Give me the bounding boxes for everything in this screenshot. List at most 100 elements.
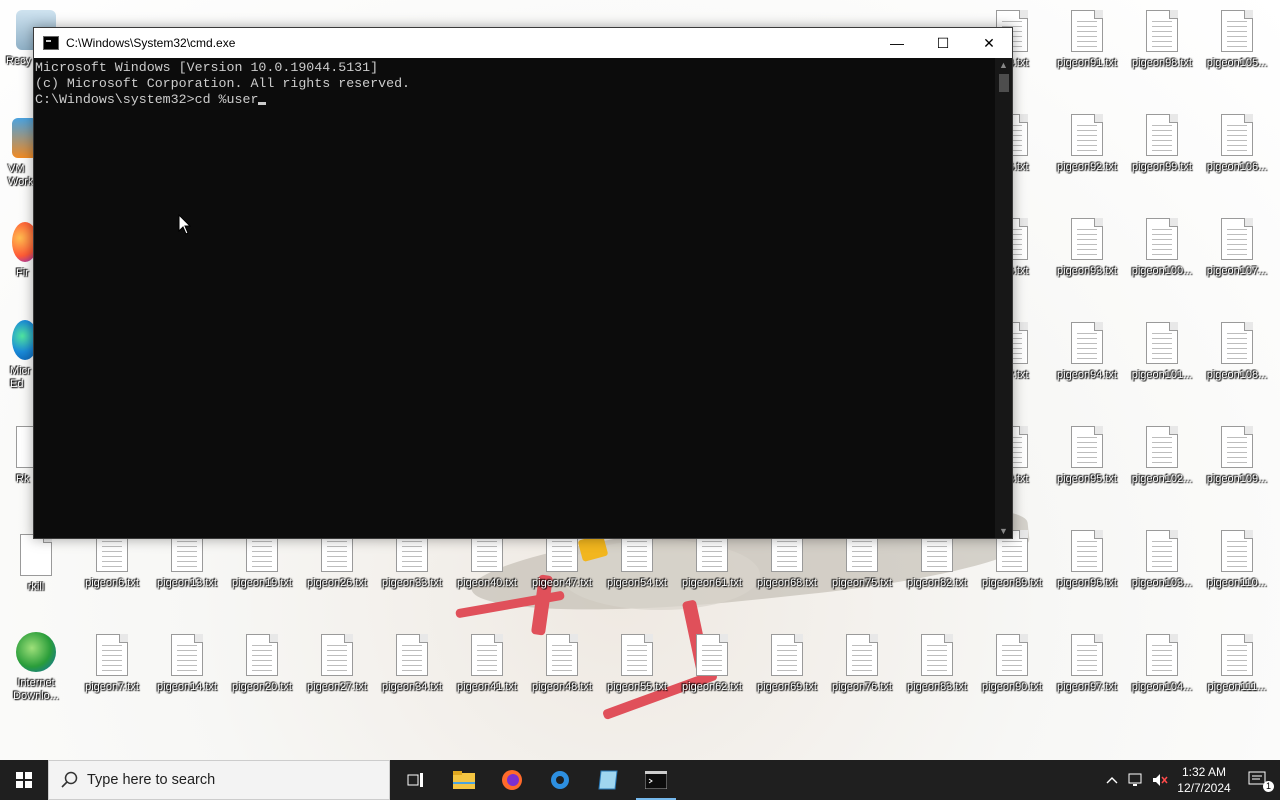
desktop-file-icon[interactable]: pigeon34.txt [376, 634, 448, 694]
show-hidden-icons-button[interactable] [1100, 760, 1124, 800]
desktop-file-icon[interactable]: pigeon98.txt [1126, 10, 1198, 70]
scroll-up-icon[interactable]: ▲ [995, 60, 1012, 70]
desktop-file-icon[interactable]: pigeon41.txt [451, 634, 523, 694]
volume-button[interactable] [1148, 760, 1172, 800]
desktop-file-icon[interactable]: pigeon14.txt [151, 634, 223, 694]
mouse-pointer-icon [178, 214, 192, 235]
desktop-file-label: pigeon109... [1206, 473, 1268, 485]
desktop-file-icon[interactable]: pigeon91.txt [1051, 10, 1123, 70]
desktop-file-icon[interactable]: pigeon102... [1126, 426, 1198, 486]
desktop-file-label: pigeon97.txt [1057, 681, 1117, 693]
text-cursor [258, 102, 267, 105]
start-button[interactable] [0, 760, 48, 800]
desktop-file-icon[interactable]: pigeon108... [1201, 322, 1273, 382]
desktop-file-icon[interactable]: pigeon82.txt [901, 530, 973, 590]
desktop-file-icon[interactable]: pigeon100... [1126, 218, 1198, 278]
desktop-file-icon[interactable]: pigeon6.txt [76, 530, 148, 590]
desktop-file-label: pigeon75.txt [832, 577, 892, 589]
firefox-icon [502, 770, 522, 790]
console-output[interactable]: Microsoft Windows [Version 10.0.19044.51… [34, 58, 995, 538]
minimize-button[interactable]: — [874, 28, 920, 58]
text-file-icon [246, 634, 278, 676]
desktop-file-icon[interactable]: pigeon61.txt [676, 530, 748, 590]
desktop-file-icon[interactable]: pigeon33.txt [376, 530, 448, 590]
desktop-file-icon[interactable]: pigeon68.txt [751, 530, 823, 590]
close-button[interactable]: ✕ [966, 28, 1012, 58]
desktop-file-label: pigeon27.txt [307, 681, 367, 693]
network-button[interactable] [1124, 760, 1148, 800]
desktop-file-icon[interactable]: pigeon89.txt [976, 530, 1048, 590]
scrollbar-thumb[interactable] [999, 74, 1009, 92]
desktop-file-icon[interactable]: pigeon96.txt [1051, 530, 1123, 590]
desktop-file-label: pigeon20.txt [232, 681, 292, 693]
taskbar-firefox[interactable] [488, 760, 536, 800]
desktop-file-icon[interactable]: pigeon26.txt [301, 530, 373, 590]
desktop-file-label: pigeon55.txt [607, 681, 667, 693]
desktop-file-label: pigeon92.txt [1057, 161, 1117, 173]
desktop-file-icon[interactable]: pigeon110... [1201, 530, 1273, 590]
clock-date: 12/7/2024 [1177, 781, 1231, 795]
console-line: Microsoft Windows [Version 10.0.19044.51… [35, 60, 379, 75]
text-file-icon [1221, 426, 1253, 468]
text-file-icon [1221, 218, 1253, 260]
taskbar-app-blue[interactable] [536, 760, 584, 800]
desktop-file-icon[interactable]: pigeon107... [1201, 218, 1273, 278]
minimize-icon: — [890, 35, 904, 51]
desktop-file-icon[interactable]: pigeon48.txt [526, 634, 598, 694]
vertical-scrollbar[interactable]: ▲ ▼ [995, 58, 1012, 538]
desktop-file-icon[interactable]: pigeon97.txt [1051, 634, 1123, 694]
desktop-file-label: pigeon96.txt [1057, 577, 1117, 589]
desktop-file-icon[interactable]: pigeon105... [1201, 10, 1273, 70]
desktop-file-icon[interactable]: pigeon103... [1126, 530, 1198, 590]
gear-app-icon [551, 771, 569, 789]
desktop-file-icon[interactable]: pigeon55.txt [601, 634, 673, 694]
desktop-file-icon[interactable]: pigeon95.txt [1051, 426, 1123, 486]
desktop-file-icon[interactable]: pigeon62.txt [676, 634, 748, 694]
desktop-file-icon[interactable]: pigeon76.txt [826, 634, 898, 694]
search-placeholder: Type here to search [87, 772, 216, 788]
clock[interactable]: 1:32 AM 12/7/2024 [1172, 764, 1236, 796]
desktop-file-icon[interactable]: pigeon99.txt [1126, 114, 1198, 174]
scroll-down-icon[interactable]: ▼ [995, 526, 1012, 536]
desktop-file-icon[interactable]: pigeon94.txt [1051, 322, 1123, 382]
text-file-icon [1146, 426, 1178, 468]
desktop-file-icon[interactable]: pigeon101... [1126, 322, 1198, 382]
desktop-file-label: pigeon13.txt [157, 577, 217, 589]
text-file-icon [1071, 114, 1103, 156]
desktop-file-icon[interactable]: pigeon69.txt [751, 634, 823, 694]
desktop-file-icon[interactable]: pigeon104... [1126, 634, 1198, 694]
desktop-file-icon[interactable]: pigeon75.txt [826, 530, 898, 590]
desktop-file-icon[interactable]: pigeon27.txt [301, 634, 373, 694]
cmd-window[interactable]: C:\Windows\System32\cmd.exe — ☐ ✕ Micros… [33, 27, 1013, 539]
taskbar-search-box[interactable]: Type here to search [48, 760, 390, 800]
desktop-icon-rkill[interactable]: rkill [0, 534, 72, 594]
cmd-titlebar[interactable]: C:\Windows\System32\cmd.exe — ☐ ✕ [34, 28, 1012, 58]
desktop-file-icon[interactable]: pigeon90.txt [976, 634, 1048, 694]
taskbar-file-explorer[interactable] [440, 760, 488, 800]
action-center-button[interactable]: 1 [1236, 760, 1280, 800]
desktop-file-icon[interactable]: pigeon92.txt [1051, 114, 1123, 174]
desktop-file-label: pigeon40.txt [457, 577, 517, 589]
desktop-file-label: pigeon110... [1207, 577, 1267, 589]
desktop-file-icon[interactable]: pigeon83.txt [901, 634, 973, 694]
desktop-file-icon[interactable]: pigeon13.txt [151, 530, 223, 590]
task-view-button[interactable] [392, 760, 440, 800]
taskbar-cmd[interactable] [632, 760, 680, 800]
desktop-file-label: pigeon101... [1131, 369, 1193, 381]
desktop-file-icon[interactable]: pigeon109... [1201, 426, 1273, 486]
desktop-file-icon[interactable]: pigeon40.txt [451, 530, 523, 590]
desktop-file-icon[interactable]: pigeon19.txt [226, 530, 298, 590]
text-file-icon [1071, 218, 1103, 260]
desktop-file-icon[interactable]: pigeon106... [1201, 114, 1273, 174]
desktop-file-icon[interactable]: pigeon7.txt [76, 634, 148, 694]
maximize-button[interactable]: ☐ [920, 28, 966, 58]
notification-badge: 1 [1263, 781, 1274, 792]
taskbar-notepad[interactable] [584, 760, 632, 800]
desktop-file-label: pigeon91.txt [1057, 57, 1117, 69]
desktop-file-icon[interactable]: pigeon20.txt [226, 634, 298, 694]
desktop-icon-internet-download-manager[interactable]: Internet Downlo... [0, 632, 72, 703]
desktop-file-icon[interactable]: pigeon54.txt [601, 530, 673, 590]
desktop-file-icon[interactable]: pigeon93.txt [1051, 218, 1123, 278]
desktop-file-icon[interactable]: pigeon111... [1201, 634, 1273, 694]
desktop-file-icon[interactable]: pigeon47.txt [526, 530, 598, 590]
